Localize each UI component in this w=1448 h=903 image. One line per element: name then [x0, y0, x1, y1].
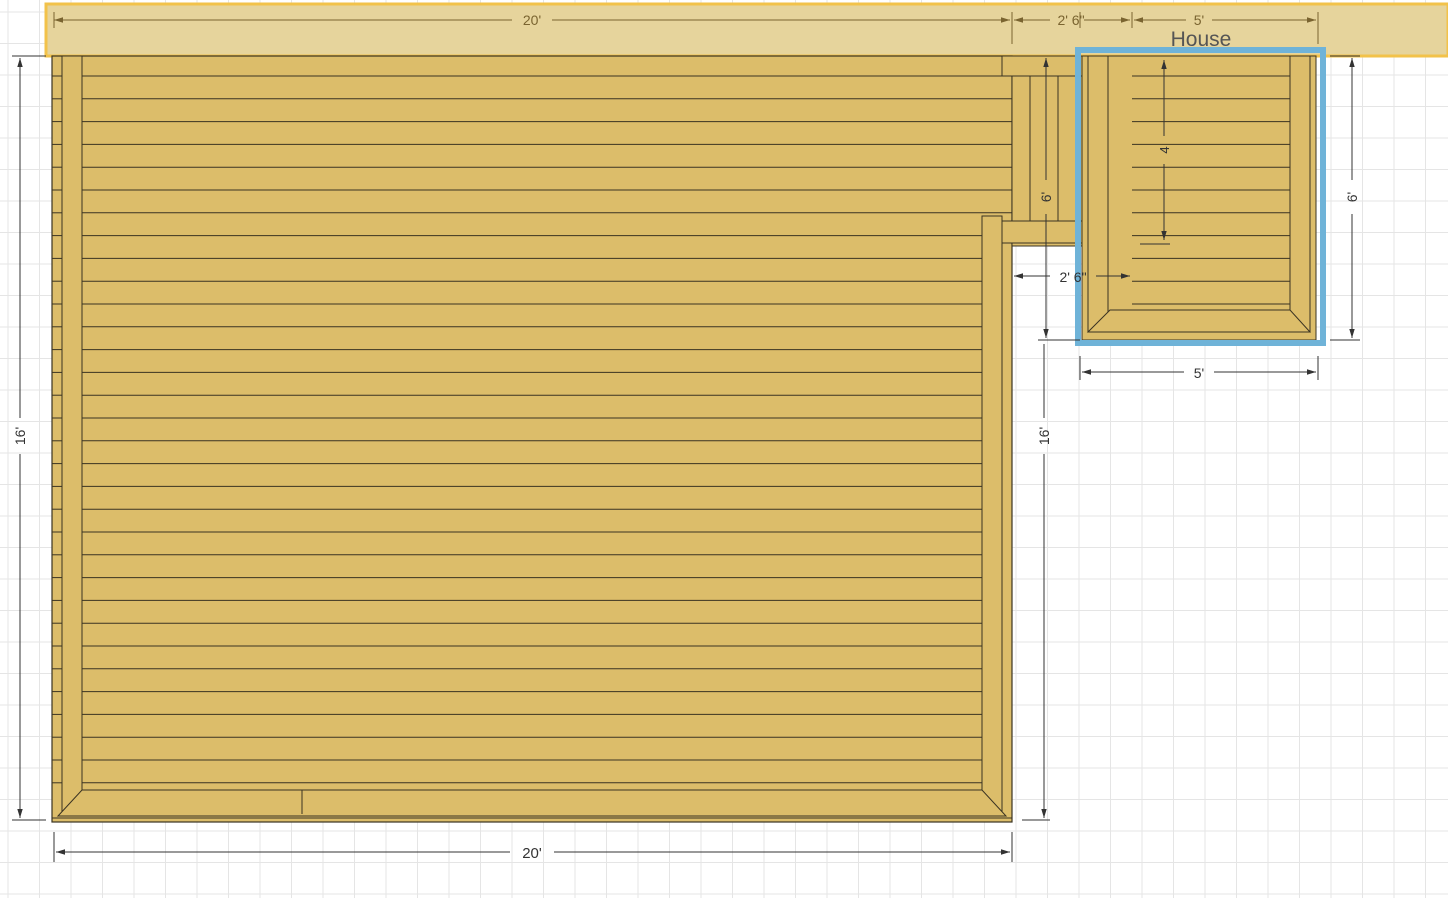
- deck-design-canvas[interactable]: House 20' 2' 6" 5' 20' 5' 16' 16' 6' 6' …: [0, 0, 1448, 898]
- dim-inner-step-depth: 4: [1157, 146, 1172, 153]
- dim-step-height: 6': [1038, 192, 1054, 202]
- main-deck[interactable]: [51, 55, 1013, 823]
- small-deck[interactable]: [1081, 55, 1317, 341]
- dim-top-gap-width: 2' 6": [1057, 12, 1084, 28]
- right-height-dimension: [1022, 344, 1050, 821]
- dim-step-run: 2' 6": [1059, 269, 1086, 285]
- dim-small-deck-width: 5': [1194, 365, 1204, 381]
- dim-left-height: 16': [12, 427, 28, 445]
- house-label: House: [1171, 28, 1232, 51]
- dim-right-height: 16': [1036, 427, 1052, 445]
- dim-top-main-width: 20': [523, 12, 541, 28]
- dim-top-small-width: 5': [1194, 12, 1204, 28]
- deck-plan-drawing: House 20' 2' 6" 5' 20' 5' 16' 16' 6' 6' …: [0, 0, 1448, 898]
- dim-small-deck-height: 6': [1344, 192, 1360, 202]
- dim-bottom-main-width: 20': [522, 845, 542, 862]
